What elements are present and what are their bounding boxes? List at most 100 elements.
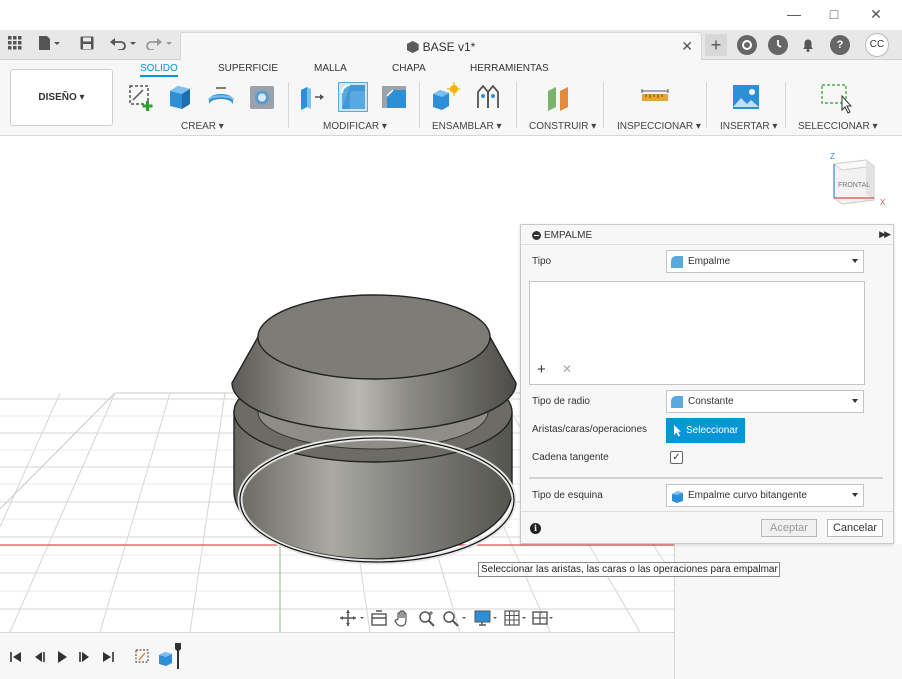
minimize-icon[interactable]: — — [780, 4, 808, 24]
divider — [529, 477, 883, 479]
collapse-dialog-icon[interactable] — [532, 231, 541, 240]
save-icon[interactable] — [80, 35, 94, 55]
group-crear[interactable]: CREAR ▾ — [181, 121, 224, 132]
press-pull-button[interactable] — [297, 82, 327, 112]
group-ensamblar[interactable]: ENSAMBLAR ▾ — [432, 121, 502, 132]
zoom-icon[interactable] — [418, 609, 436, 627]
document-tab[interactable]: BASE v1* ✕ — [180, 32, 702, 60]
document-tab-bar: BASE v1* ✕ + ? CC — [0, 30, 902, 60]
timeline-extrude-feature-icon[interactable] — [156, 641, 186, 671]
expand-dialog-icon[interactable]: ▶▶ — [879, 229, 891, 240]
corner-type-label: Tipo de esquina — [532, 490, 603, 501]
zoom-window-icon[interactable] — [442, 609, 466, 627]
corner-type-icon — [672, 491, 683, 503]
group-insertar[interactable]: INSERTAR ▾ — [720, 121, 777, 132]
cancel-button[interactable]: Cancelar — [827, 519, 883, 537]
orbit-icon[interactable] — [340, 609, 364, 627]
fillet-dialog: EMPALME ▶▶ Tipo Empalme + ✕ Tipo de radi… — [520, 224, 894, 544]
fillet-type-icon — [671, 256, 683, 268]
step-back-icon[interactable] — [32, 650, 46, 664]
play-icon[interactable] — [55, 650, 69, 664]
measure-button[interactable] — [640, 82, 670, 112]
toolbar-ribbon: DISEÑO ▾ SOLIDO SUPERFICIE MALLA CHAPA H… — [0, 60, 902, 136]
separator — [516, 82, 517, 128]
redo-icon[interactable] — [146, 35, 174, 55]
tab-malla[interactable]: MALLA — [314, 63, 347, 74]
extensions-icon[interactable] — [737, 35, 757, 55]
separator — [603, 82, 604, 128]
window-titlebar: — □ ✕ — [0, 0, 902, 30]
dialog-header[interactable]: EMPALME ▶▶ — [521, 225, 893, 245]
tab-solido[interactable]: SOLIDO — [140, 63, 178, 77]
window-select-button[interactable] — [820, 82, 853, 114]
axis-x-label: X — [880, 198, 886, 207]
view-cube[interactable]: FRONTAL Z X — [826, 152, 890, 212]
remove-selection-icon[interactable]: ✕ — [562, 363, 572, 375]
type-dropdown[interactable]: Empalme — [666, 250, 864, 273]
offset-plane-button[interactable] — [544, 82, 574, 112]
group-seleccionar[interactable]: SELECCIONAR ▾ — [798, 121, 878, 132]
corner-type-dropdown[interactable]: Empalme curvo bitangente — [666, 484, 864, 507]
chevron-down-icon — [852, 493, 858, 497]
axis-z-label: Z — [830, 152, 835, 161]
go-to-end-icon[interactable] — [101, 650, 115, 664]
tab-herramientas[interactable]: HERRAMIENTAS — [470, 63, 549, 74]
cursor-icon — [674, 425, 681, 437]
notifications-bell-icon[interactable] — [798, 35, 818, 55]
separator — [288, 82, 289, 128]
grid-settings-icon[interactable] — [504, 609, 526, 627]
dialog-title: EMPALME — [544, 230, 593, 241]
info-icon[interactable]: i — [530, 523, 541, 534]
timeline-bar — [0, 632, 674, 679]
new-tab-icon[interactable]: + — [705, 34, 727, 56]
look-at-icon[interactable] — [370, 609, 388, 627]
upper-cone-body[interactable] — [231, 294, 517, 432]
tangent-chain-checkbox[interactable]: ✓ — [670, 451, 683, 464]
chamfer-button[interactable] — [379, 82, 409, 112]
insert-image-button[interactable] — [731, 82, 761, 112]
file-menu-icon[interactable] — [38, 35, 62, 55]
timeline-sketch-feature-icon[interactable] — [134, 648, 152, 666]
navigation-bar — [336, 607, 558, 629]
group-inspeccionar[interactable]: INSPECCIONAR ▾ — [617, 121, 701, 132]
edges-label: Aristas/caras/operaciones — [532, 424, 648, 435]
selection-list[interactable]: + ✕ — [529, 281, 865, 385]
help-icon[interactable]: ? — [830, 35, 850, 55]
tangent-chain-label: Cadena tangente — [532, 452, 609, 463]
document-title: BASE v1* — [422, 40, 476, 54]
radius-type-dropdown[interactable]: Constante — [666, 390, 864, 413]
group-construir[interactable]: CONSTRUIR ▾ — [529, 121, 596, 132]
go-to-start-icon[interactable] — [9, 650, 23, 664]
select-edges-button[interactable]: Seleccionar — [666, 418, 745, 443]
hole-button[interactable] — [247, 82, 277, 112]
extrude-button[interactable] — [165, 82, 195, 112]
maximize-icon[interactable]: □ — [820, 4, 848, 24]
close-window-icon[interactable]: ✕ — [862, 4, 890, 24]
viewports-icon[interactable] — [532, 609, 553, 627]
undo-icon[interactable] — [110, 35, 138, 55]
step-forward-icon[interactable] — [78, 650, 92, 664]
type-label: Tipo — [532, 256, 552, 267]
revolve-button[interactable] — [206, 82, 236, 112]
fillet-button[interactable] — [338, 82, 368, 112]
user-avatar[interactable]: CC — [865, 33, 889, 57]
view-cube-face-label[interactable]: FRONTAL — [838, 182, 870, 189]
separator — [419, 82, 420, 128]
chevron-down-icon — [852, 259, 858, 263]
new-component-button[interactable] — [430, 82, 461, 112]
joint-button[interactable] — [473, 82, 503, 112]
pan-hand-icon[interactable] — [394, 609, 412, 627]
tab-superficie[interactable]: SUPERFICIE — [218, 63, 278, 74]
add-selection-icon[interactable]: + — [537, 362, 546, 377]
divider — [521, 511, 893, 512]
create-sketch-button[interactable] — [127, 82, 157, 112]
group-modificar[interactable]: MODIFICAR ▾ — [323, 121, 387, 132]
workspace-switcher[interactable]: DISEÑO ▾ — [10, 69, 113, 126]
ok-button[interactable]: Aceptar — [761, 519, 817, 537]
display-settings-icon[interactable] — [474, 609, 497, 627]
close-tab-icon[interactable]: ✕ — [681, 38, 693, 55]
apps-grid-icon[interactable] — [8, 35, 22, 55]
job-status-icon[interactable] — [768, 35, 788, 55]
separator — [785, 82, 786, 128]
tab-chapa[interactable]: CHAPA — [392, 63, 426, 74]
